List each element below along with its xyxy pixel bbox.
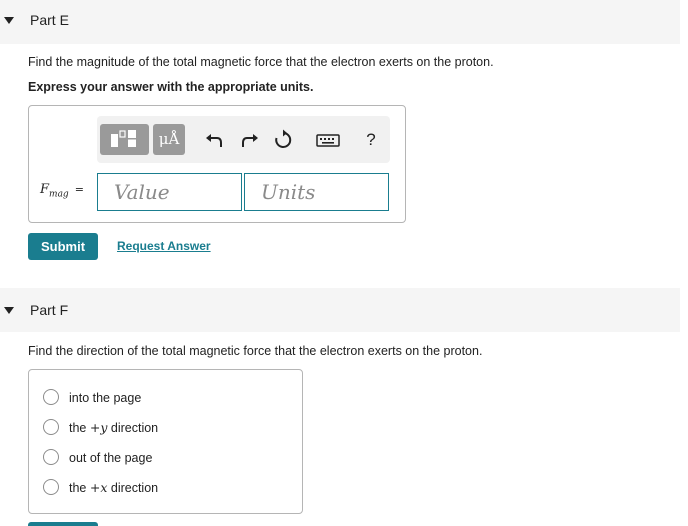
request-answer-link[interactable]: Request Answer [117,239,211,253]
units-button[interactable]: μÅ [153,124,185,155]
equation-equals: = [74,183,84,196]
redo-icon[interactable] [237,128,261,152]
part-f-question: Find the direction of the total magnetic… [28,344,483,358]
help-icon[interactable]: ? [359,128,383,152]
answer-box: μÅ ? Fmag = Value Units [28,105,406,223]
equation-subscript: mag [49,189,69,200]
option-label: the +x direction [69,480,159,495]
part-e-header[interactable]: Part E [0,0,680,44]
option-label: the +y direction [69,420,159,435]
equation-variable: F [40,182,50,197]
part-f-header[interactable]: Part F [0,288,680,332]
reset-icon[interactable] [271,128,295,152]
templates-icon [111,130,137,147]
undo-icon[interactable] [203,128,227,152]
submit-button[interactable]: Submit [28,233,98,260]
radio-button[interactable] [43,389,59,405]
radio-button[interactable] [43,479,59,495]
equation-label: Fmag = [40,182,84,200]
keyboard-icon[interactable] [314,128,342,152]
value-input[interactable]: Value [97,173,242,211]
caret-down-icon[interactable] [4,17,14,24]
radio-button[interactable] [43,449,59,465]
partially-visible-button[interactable] [28,522,98,526]
part-e-title: Part E [30,12,69,28]
math-toolbar: μÅ ? [97,116,390,163]
caret-down-icon[interactable] [4,307,14,314]
templates-button[interactable] [100,124,149,155]
radio-button[interactable] [43,419,59,435]
part-e-question: Find the magnitude of the total magnetic… [28,55,494,69]
part-e-instruction: Express your answer with the appropriate… [28,80,314,94]
option-label: into the page [69,391,142,405]
direction-options: into the page the +y direction out of th… [28,369,303,514]
units-input[interactable]: Units [244,173,389,211]
part-f-title: Part F [30,302,69,318]
option-label: out of the page [69,451,153,465]
